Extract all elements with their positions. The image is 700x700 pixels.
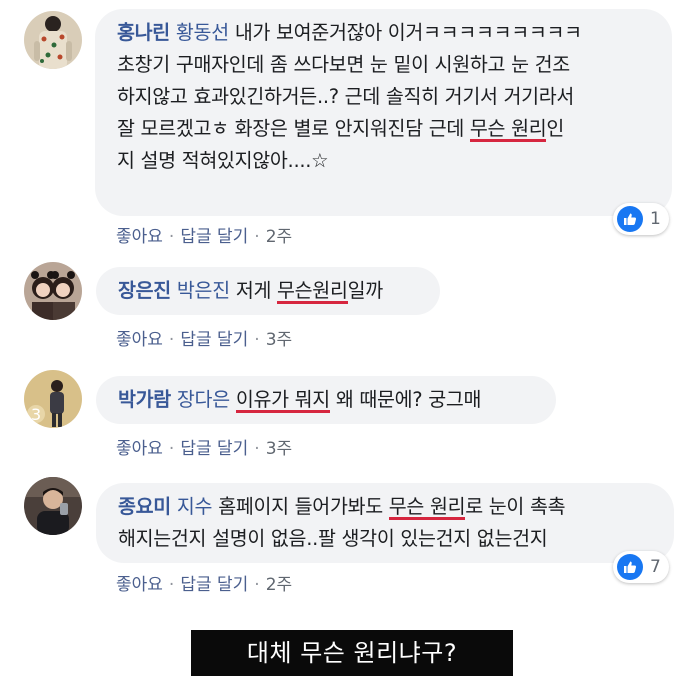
comment-text: 지 설명 적혀있지않아....☆ [117, 149, 329, 172]
reaction-count: 1 [650, 209, 661, 229]
separator-dot: · [168, 227, 175, 247]
comment-author[interactable]: 홍나린 [117, 21, 170, 44]
comment-text: 저게 [235, 279, 278, 302]
comment-text: 내가 보여준거잖아 이거ㅋㅋㅋㅋㅋㅋㅋㅋㅋ [234, 21, 582, 44]
separator-dot: · [254, 227, 260, 247]
comment-author[interactable]: 종요미 [118, 495, 171, 518]
separator-dot: · [254, 575, 260, 595]
comment-bubble: 홍나린 황동선 내가 보여준거잖아 이거ㅋㅋㅋㅋㅋㅋㅋㅋㅋ 초창기 구매자인데 좀 … [95, 9, 672, 216]
separator-dot: · [254, 439, 260, 459]
reply-link[interactable]: 답글 달기 [180, 227, 248, 247]
reaction-badge[interactable]: 1 [613, 203, 669, 235]
comment-text: 일까 [347, 279, 384, 302]
reply-link[interactable]: 답글 달기 [180, 439, 248, 459]
timestamp[interactable]: 2주 [266, 227, 292, 247]
comment-bubble: 종요미 지수 홈페이지 들어가봐도 무슨 원리로 눈이 촉촉 해지는건지 설명이 없… [96, 483, 674, 563]
highlighted-text: 무슨원리 [277, 279, 348, 302]
comment-author[interactable]: 박가람 [118, 388, 171, 411]
comment-text: 해지는건지 설명이 없음..팔 생각이 있는건지 없는건지 [118, 527, 548, 550]
reaction-count: 7 [650, 557, 661, 577]
comment-text: 하지않고 효과있긴하거든..? 근데 솔직히 거기서 거기라서 [117, 85, 575, 108]
avatar[interactable] [24, 11, 82, 69]
comment-text: 초창기 구매자인데 좀 쓰다보면 눈 밑이 시원하고 눈 건조 [117, 53, 570, 76]
mention-tag[interactable]: 황동선 [176, 21, 229, 44]
like-link[interactable]: 좋아요 [116, 330, 163, 350]
highlighted-text: 무슨 원리 [388, 495, 466, 518]
reply-link[interactable]: 답글 달기 [180, 575, 248, 595]
reply-link[interactable]: 답글 달기 [180, 330, 248, 350]
comment-actions: 좋아요 · 답글 달기 · 3주 [116, 434, 292, 459]
comment-text: 홈페이지 들어가봐도 [218, 495, 389, 518]
like-link[interactable]: 좋아요 [116, 439, 163, 459]
separator-dot: · [168, 439, 175, 459]
highlighted-text: 이유가 뭐지 [235, 388, 330, 411]
comment-text: 왜 때문에? 궁그매 [329, 388, 482, 411]
like-icon [617, 554, 643, 580]
comment-text: 인 [546, 117, 565, 140]
comment-actions: 좋아요 · 답글 달기 · 2주 [116, 570, 292, 595]
highlighted-text: 무슨 원리 [469, 117, 547, 140]
comment-text: 잘 모르겠고ㅎ 화장은 별로 안지워진담 근데 [117, 117, 470, 140]
like-icon [617, 206, 643, 232]
mention-tag[interactable]: 지수 [177, 495, 213, 518]
mention-tag[interactable]: 장다은 [177, 388, 230, 411]
svg-text:3: 3 [31, 405, 41, 424]
avatar[interactable] [24, 262, 82, 320]
like-link[interactable]: 좋아요 [116, 575, 163, 595]
avatar[interactable] [24, 477, 82, 535]
timestamp[interactable]: 3주 [266, 439, 292, 459]
timestamp[interactable]: 3주 [266, 330, 292, 350]
mention-tag[interactable]: 박은진 [177, 279, 230, 302]
avatar[interactable]: 3 [24, 370, 82, 428]
like-link[interactable]: 좋아요 [116, 227, 163, 247]
timestamp[interactable]: 2주 [266, 575, 292, 595]
comment-text: 로 눈이 촉촉 [465, 495, 566, 518]
comment-bubble: 장은진 박은진 저게 무슨원리일까 [96, 267, 440, 315]
separator-dot: · [254, 330, 260, 350]
reaction-badge[interactable]: 7 [613, 551, 669, 583]
comment-actions: 좋아요 · 답글 달기 · 3주 [116, 325, 292, 350]
comment-author[interactable]: 장은진 [118, 279, 171, 302]
comment-bubble: 박가람 장다은 이유가 뭐지 왜 때문에? 궁그매 [96, 376, 556, 424]
separator-dot: · [168, 575, 175, 595]
video-subtitle: 대체 무슨 원리냐구? [191, 630, 513, 676]
separator-dot: · [168, 330, 175, 350]
comment-actions: 좋아요 · 답글 달기 · 2주 [116, 222, 292, 247]
